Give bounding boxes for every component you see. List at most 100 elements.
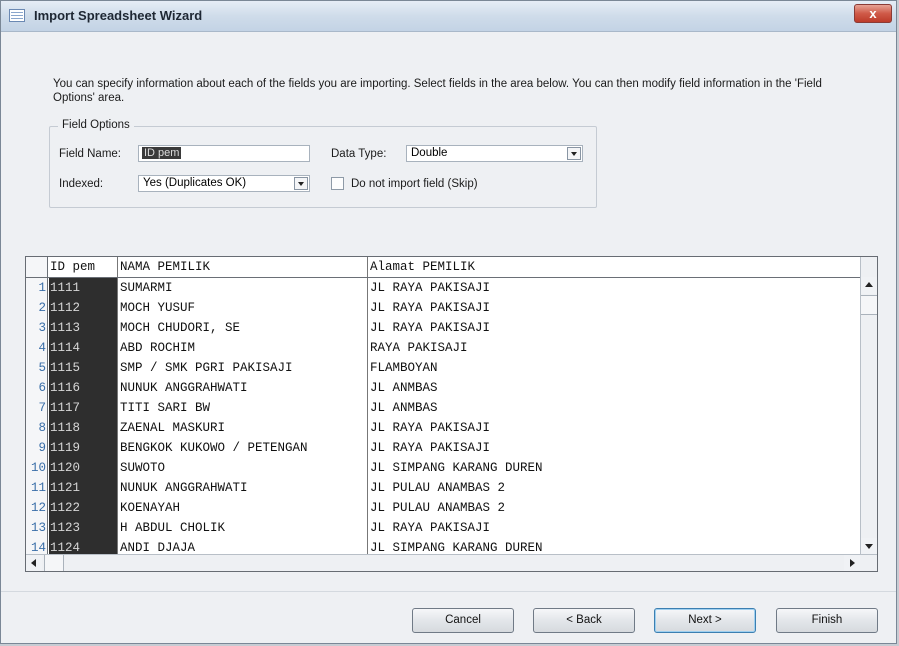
table-icon bbox=[9, 9, 25, 22]
id-cell: 1111 bbox=[49, 278, 117, 298]
footer-divider bbox=[1, 591, 896, 592]
nama-cell: ABD ROCHIM bbox=[117, 338, 367, 358]
row-number: 9 bbox=[26, 438, 48, 458]
row-number: 6 bbox=[26, 378, 48, 398]
id-cell: 1118 bbox=[49, 418, 117, 438]
data-type-value: Double bbox=[411, 147, 448, 159]
id-cell: 1113 bbox=[49, 318, 117, 338]
row-number: 12 bbox=[26, 498, 48, 518]
nama-cell: MOCH CHUDORI, SE bbox=[117, 318, 367, 338]
vertical-scroll-thumb[interactable] bbox=[861, 295, 877, 315]
finish-button[interactable]: Finish bbox=[776, 608, 878, 633]
id-cell: 1117 bbox=[49, 398, 117, 418]
column-header[interactable]: Alamat PEMILIK bbox=[367, 257, 861, 277]
alamat-cell: FLAMBOYAN bbox=[367, 358, 861, 378]
close-button[interactable]: x bbox=[854, 4, 892, 23]
indexed-label: Indexed: bbox=[59, 178, 104, 190]
next-button[interactable]: Next > bbox=[654, 608, 756, 633]
alamat-cell: JL PULAU ANAMBAS 2 bbox=[367, 478, 861, 498]
import-wizard-window: Import Spreadsheet Wizard x You can spec… bbox=[0, 0, 897, 644]
scroll-left-icon[interactable] bbox=[26, 555, 42, 571]
nama-cell: SUMARMI bbox=[117, 278, 367, 298]
row-number: 7 bbox=[26, 398, 48, 418]
intro-text: You can specify information about each o… bbox=[53, 78, 822, 104]
table-row[interactable]: 6 1116 NUNUK ANGGRAHWATI JL ANMBAS bbox=[26, 378, 861, 398]
skip-field-label: Do not import field (Skip) bbox=[351, 178, 478, 190]
row-number: 2 bbox=[26, 298, 48, 318]
indexed-value: Yes (Duplicates OK) bbox=[143, 177, 247, 189]
table-row[interactable]: 4 1114 ABD ROCHIM RAYA PAKISAJI bbox=[26, 338, 861, 358]
indexed-select[interactable]: Yes (Duplicates OK) bbox=[138, 175, 310, 192]
field-name-input[interactable]: ID pem bbox=[138, 145, 310, 162]
row-number: 4 bbox=[26, 338, 48, 358]
nama-cell: BENGKOK KUKOWO / PETENGAN bbox=[117, 438, 367, 458]
table-row[interactable]: 13 1123 H ABDUL CHOLIK JL RAYA PAKISAJI bbox=[26, 518, 861, 538]
scroll-right-icon[interactable] bbox=[844, 555, 860, 571]
data-type-select[interactable]: Double bbox=[406, 145, 583, 162]
table-row[interactable]: 11 1121 NUNUK ANGGRAHWATI JL PULAU ANAMBAS … bbox=[26, 478, 861, 498]
id-cell: 1116 bbox=[49, 378, 117, 398]
nama-cell: NUNUK ANGGRAHWATI bbox=[117, 378, 367, 398]
data-preview-grid[interactable]: ID pem NAMA PEMILIK Alamat PEMILIK 1 1111… bbox=[25, 256, 878, 572]
cancel-button[interactable]: Cancel bbox=[412, 608, 514, 633]
nama-cell: SUWOTO bbox=[117, 458, 367, 478]
grid-header-row: ID pem NAMA PEMILIK Alamat PEMILIK bbox=[26, 257, 861, 278]
alamat-cell: JL RAYA PAKISAJI bbox=[367, 438, 861, 458]
column-header[interactable]: ID pem bbox=[49, 257, 117, 277]
table-row[interactable]: 3 1113 MOCH CHUDORI, SE JL RAYA PAKISAJI bbox=[26, 318, 861, 338]
chevron-down-icon[interactable] bbox=[567, 147, 581, 160]
chevron-down-icon[interactable] bbox=[294, 177, 308, 190]
skip-field-checkbox[interactable] bbox=[331, 177, 344, 190]
row-number: 11 bbox=[26, 478, 48, 498]
nama-cell: NUNUK ANGGRAHWATI bbox=[117, 478, 367, 498]
alamat-cell: JL RAYA PAKISAJI bbox=[367, 318, 861, 338]
table-row[interactable]: 9 1119 BENGKOK KUKOWO / PETENGAN JL RAYA PA… bbox=[26, 438, 861, 458]
scroll-up-icon[interactable] bbox=[861, 277, 877, 294]
nama-cell: H ABDUL CHOLIK bbox=[117, 518, 367, 538]
data-type-label: Data Type: bbox=[331, 148, 387, 160]
title-bar: Import Spreadsheet Wizard x bbox=[1, 1, 896, 32]
id-cell: 1122 bbox=[49, 498, 117, 518]
id-cell: 1123 bbox=[49, 518, 117, 538]
alamat-cell: JL RAYA PAKISAJI bbox=[367, 418, 861, 438]
table-row[interactable]: 7 1117 TITI SARI BW JL ANMBAS bbox=[26, 398, 861, 418]
row-number: 10 bbox=[26, 458, 48, 478]
alamat-cell: JL ANMBAS bbox=[367, 378, 861, 398]
id-cell: 1112 bbox=[49, 298, 117, 318]
vertical-scrollbar[interactable] bbox=[860, 257, 877, 555]
table-row[interactable]: 2 1112 MOCH YUSUF JL RAYA PAKISAJI bbox=[26, 298, 861, 318]
field-name-value: ID pem bbox=[142, 147, 182, 159]
scroll-down-icon[interactable] bbox=[861, 538, 877, 555]
grid-corner bbox=[26, 257, 48, 277]
alamat-cell: JL PULAU ANAMBAS 2 bbox=[367, 498, 861, 518]
nama-cell: MOCH YUSUF bbox=[117, 298, 367, 318]
row-number: 5 bbox=[26, 358, 48, 378]
id-cell: 1119 bbox=[49, 438, 117, 458]
field-options-legend: Field Options bbox=[58, 119, 134, 131]
column-header[interactable]: NAMA PEMILIK bbox=[117, 257, 367, 277]
alamat-cell: RAYA PAKISAJI bbox=[367, 338, 861, 358]
back-button[interactable]: < Back bbox=[533, 608, 635, 633]
table-row[interactable]: 1 1111 SUMARMI JL RAYA PAKISAJI bbox=[26, 278, 861, 298]
alamat-cell: JL SIMPANG KARANG DUREN bbox=[367, 458, 861, 478]
table-row[interactable]: 5 1115 SMP / SMK PGRI PAKISAJI FLAMBOYAN bbox=[26, 358, 861, 378]
horizontal-scroll-thumb[interactable] bbox=[44, 555, 64, 571]
id-cell: 1121 bbox=[49, 478, 117, 498]
alamat-cell: JL RAYA PAKISAJI bbox=[367, 518, 861, 538]
table-row[interactable]: 8 1118 ZAENAL MASKURI JL RAYA PAKISAJI bbox=[26, 418, 861, 438]
nama-cell: TITI SARI BW bbox=[117, 398, 367, 418]
alamat-cell: JL ANMBAS bbox=[367, 398, 861, 418]
row-number: 1 bbox=[26, 278, 48, 298]
nama-cell: SMP / SMK PGRI PAKISAJI bbox=[117, 358, 367, 378]
id-cell: 1114 bbox=[49, 338, 117, 358]
id-cell: 1115 bbox=[49, 358, 117, 378]
row-number: 13 bbox=[26, 518, 48, 538]
window-title: Import Spreadsheet Wizard bbox=[34, 8, 203, 23]
nama-cell: KOENAYAH bbox=[117, 498, 367, 518]
alamat-cell: JL RAYA PAKISAJI bbox=[367, 298, 861, 318]
table-row[interactable]: 12 1122 KOENAYAH JL PULAU ANAMBAS 2 bbox=[26, 498, 861, 518]
nama-cell: ZAENAL MASKURI bbox=[117, 418, 367, 438]
horizontal-scrollbar[interactable] bbox=[26, 554, 877, 571]
field-options-group: Field Options bbox=[49, 119, 597, 208]
table-row[interactable]: 10 1120 SUWOTO JL SIMPANG KARANG DUREN bbox=[26, 458, 861, 478]
